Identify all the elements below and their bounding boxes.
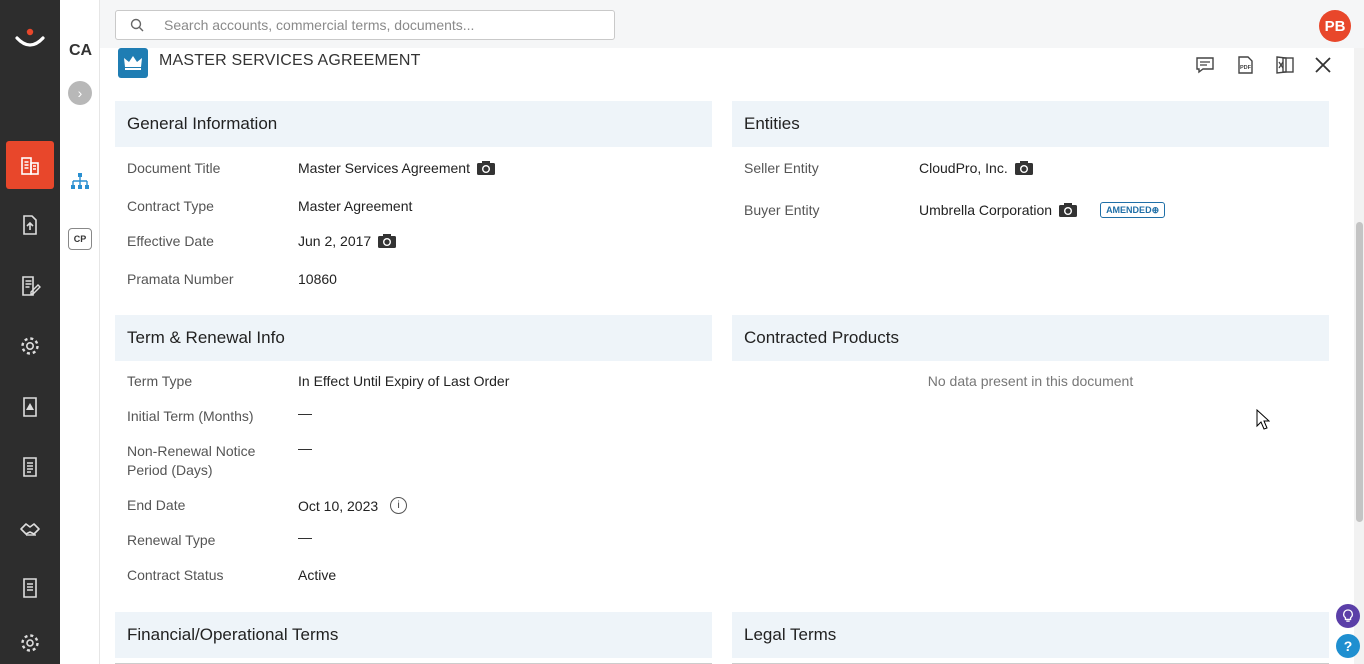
view-icon: ⊕ (1151, 204, 1160, 215)
field-value: — (298, 405, 312, 421)
cp-button[interactable]: CP (68, 228, 92, 250)
edit-doc-nav-icon[interactable] (6, 262, 54, 310)
field-label: Non-Renewal Notice Period (Days) (127, 443, 256, 478)
settings-gear-nav-icon[interactable] (6, 322, 54, 370)
field-value: — (298, 440, 312, 456)
contracted-products-section: Contracted Products No data present in t… (732, 315, 1329, 600)
excel-icon[interactable] (1274, 54, 1296, 76)
legal-terms-section: Legal Terms (732, 612, 1329, 664)
section-heading: Financial/Operational Terms (115, 612, 712, 658)
section-heading: General Information (115, 101, 712, 147)
amended-badge[interactable]: AMENDED ⊕ (1100, 202, 1166, 218)
alert-doc-nav-icon[interactable] (6, 383, 54, 431)
field-value: Oct 10, 2023 (298, 497, 379, 514)
field-label: Contract Status (127, 567, 224, 583)
empty-state: No data present in this document (927, 373, 1134, 389)
info-icon[interactable]: i (390, 497, 408, 514)
scrollbar[interactable] (1354, 48, 1364, 664)
pdf-icon[interactable]: PDF (1234, 54, 1256, 76)
general-information-section: General Information Document Title Maste… (115, 101, 712, 301)
expand-chevron-icon[interactable]: › (68, 81, 92, 105)
mouse-cursor-icon (1256, 409, 1270, 430)
field-label: Contract Type (127, 198, 214, 214)
section-heading: Legal Terms (732, 612, 1329, 658)
financial-terms-section: Financial/Operational Terms (115, 612, 712, 664)
entity-link[interactable]: CloudPro, Inc. (919, 160, 1008, 176)
document-title: MASTER SERVICES AGREEMENT (159, 52, 421, 69)
handshake-nav-icon[interactable] (6, 504, 54, 552)
field-label: Pramata Number (127, 271, 234, 287)
field-value: Master Agreement (298, 198, 413, 214)
hierarchy-icon[interactable] (70, 172, 90, 192)
context-rail: CA › CP (60, 0, 100, 664)
left-nav (0, 0, 60, 664)
field-label: Seller Entity (744, 160, 819, 176)
field-label: Renewal Type (127, 532, 216, 548)
field-value: Master Services Agreement (298, 160, 470, 176)
section-heading: Term & Renewal Info (115, 315, 712, 361)
svg-text:PDF: PDF (1240, 65, 1252, 71)
lightbulb-icon[interactable] (1336, 604, 1360, 628)
entity-link[interactable]: Umbrella Corporation (919, 202, 1052, 218)
snapshot-camera-icon[interactable] (377, 233, 397, 249)
app-logo[interactable] (14, 26, 46, 50)
section-heading: Entities (732, 101, 1329, 147)
field-label: End Date (127, 497, 186, 513)
report-nav-icon[interactable] (6, 443, 54, 491)
snapshot-camera-icon[interactable] (1014, 160, 1034, 176)
field-value: 10860 (298, 271, 337, 287)
crown-icon (118, 48, 148, 78)
snapshot-camera-icon[interactable] (476, 160, 496, 176)
top-bar: PB (100, 0, 1364, 48)
search-box[interactable] (115, 10, 615, 40)
field-label: Buyer Entity (744, 202, 820, 218)
scrollbar-thumb[interactable] (1356, 222, 1363, 522)
user-avatar[interactable]: PB (1319, 10, 1351, 42)
admin-gear-nav-icon[interactable] (6, 619, 54, 664)
entities-section: Entities Seller Entity CloudPro, Inc. Bu… (732, 101, 1329, 301)
term-renewal-section: Term & Renewal Info Term Type In Effect … (115, 315, 712, 600)
field-label: Initial Term (Months) (127, 408, 254, 424)
field-value: Active (298, 567, 337, 583)
comment-icon[interactable] (1194, 54, 1216, 76)
accounts-nav-icon[interactable] (6, 141, 54, 189)
field-value: — (298, 529, 312, 545)
rail-title: CA (69, 42, 93, 59)
field-value: In Effect Until Expiry of Last Order (298, 373, 510, 389)
search-input[interactable] (164, 17, 604, 33)
badge-label: AMENDED (1106, 205, 1152, 215)
document-nav-icon[interactable] (6, 564, 54, 612)
field-value: Jun 2, 2017 (298, 233, 372, 249)
section-heading: Contracted Products (732, 315, 1329, 361)
snapshot-camera-icon[interactable] (1058, 202, 1078, 218)
field-label: Term Type (127, 373, 193, 389)
search-icon (130, 18, 144, 32)
help-icon[interactable]: ? (1336, 634, 1360, 658)
field-label: Effective Date (127, 233, 214, 249)
close-icon[interactable] (1312, 54, 1334, 76)
upload-nav-icon[interactable] (6, 201, 54, 249)
field-label: Document Title (127, 160, 221, 176)
